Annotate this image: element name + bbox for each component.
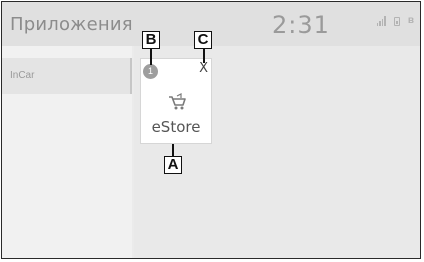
callout-b-leader: [150, 49, 152, 65]
callout-label-b: B: [142, 31, 160, 49]
sidebar-item-incar[interactable]: InCar: [2, 58, 132, 94]
sidebar-item-label: InCar: [10, 70, 35, 81]
phone-battery-icon: [393, 16, 400, 26]
callout-c-leader: [203, 49, 205, 63]
app-tile-estore[interactable]: 1 X eStore: [140, 58, 212, 144]
cart-icon: [169, 93, 186, 110]
sidebar: InCar: [2, 46, 132, 258]
callout-label-c: C: [194, 31, 212, 49]
close-icon[interactable]: X: [199, 62, 208, 76]
status-icons: ʙ: [376, 15, 414, 26]
bluetooth-icon: ʙ: [407, 15, 414, 26]
callout-label-a: A: [164, 156, 182, 174]
notification-badge: 1: [143, 64, 158, 79]
page-title: Приложения: [10, 14, 133, 35]
clock: 2:31: [272, 11, 330, 39]
signal-icon: [376, 16, 386, 26]
callout-a-leader: [172, 144, 174, 156]
app-label: eStore: [151, 118, 201, 136]
